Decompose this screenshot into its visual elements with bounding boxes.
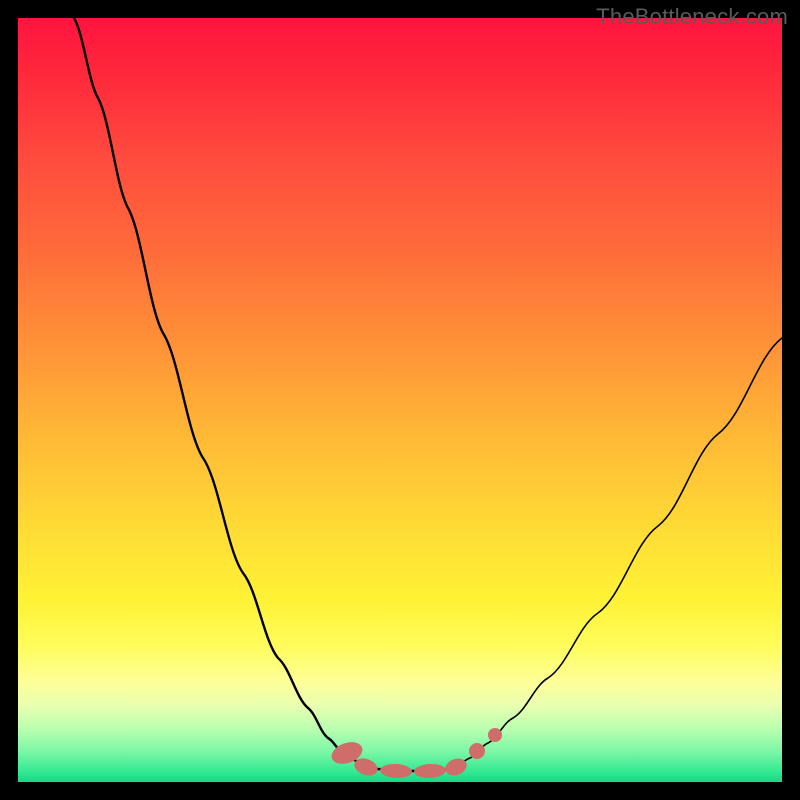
series-right-branch [454,338,782,768]
curve-paths [74,18,782,771]
plot-area [18,18,782,782]
bead-marker [469,743,485,759]
bead-marker [488,728,502,742]
bead-marker [443,756,469,779]
chart-container: TheBottleneck.com [0,0,800,800]
series-left-branch [74,18,363,765]
watermark-label: TheBottleneck.com [596,4,788,30]
bead-marker [414,763,447,779]
curve-layer [18,18,782,782]
bead-markers [329,728,502,779]
bead-marker [380,763,413,779]
